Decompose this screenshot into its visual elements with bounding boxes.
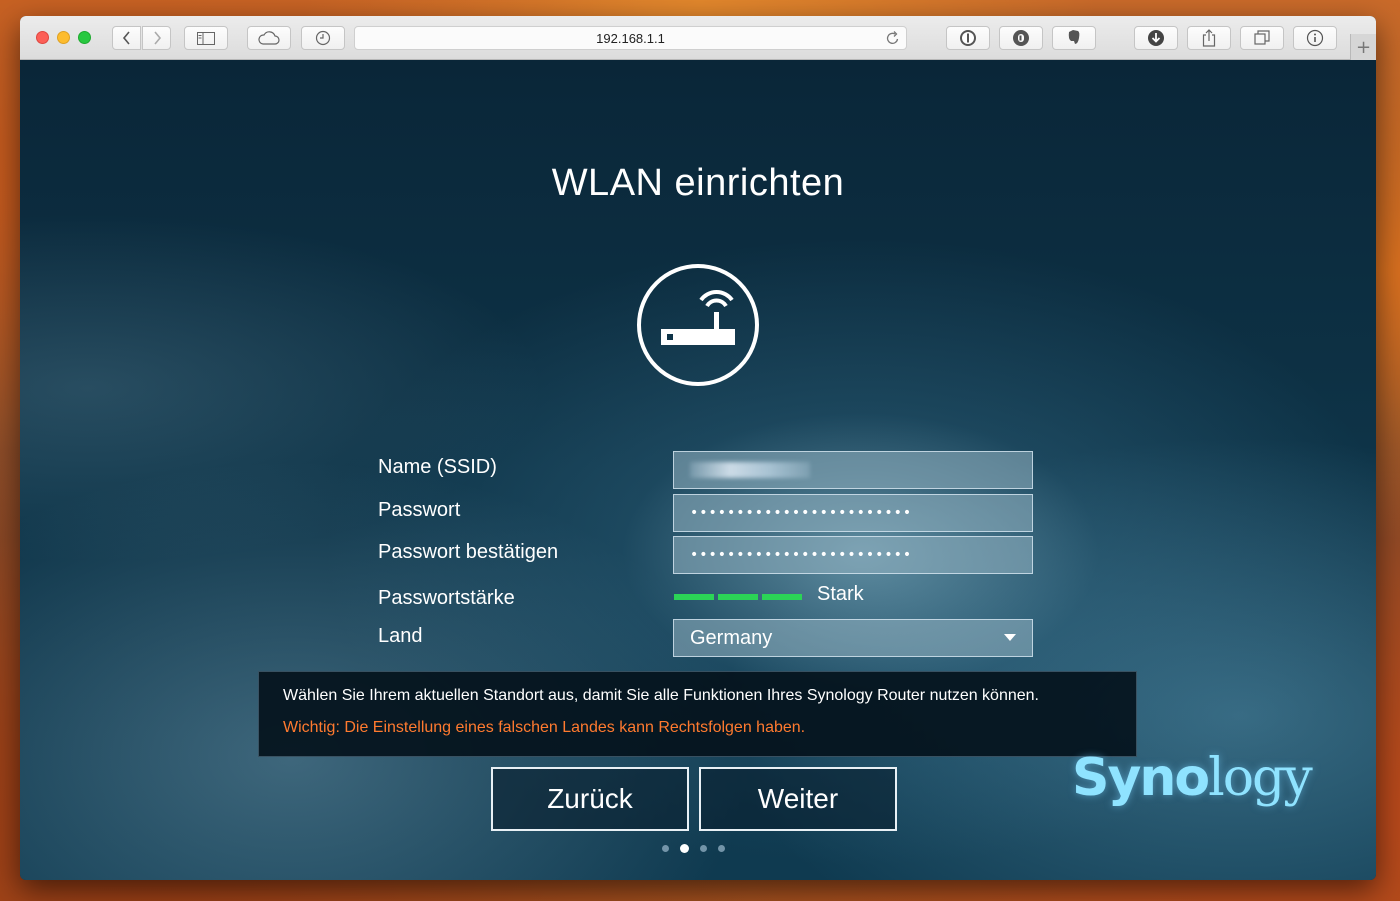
password-input[interactable]: •••••••••••••••••••••••• (673, 494, 1033, 532)
chevron-right-icon (153, 31, 161, 45)
password-strength-meter (674, 594, 802, 600)
tab-overview-button[interactable] (1240, 26, 1284, 50)
back-button[interactable]: Zurück (491, 767, 689, 831)
strength-segment (762, 594, 802, 600)
back-nav-button[interactable] (112, 26, 141, 50)
forward-nav-button[interactable] (142, 26, 171, 50)
tabs-icon (1254, 30, 1270, 45)
dropdown-arrow-icon (1004, 634, 1016, 641)
browser-toolbar: 192.168.1.1 + (20, 16, 1376, 60)
plus-icon: + (1355, 36, 1372, 58)
confirm-password-input[interactable]: •••••••••••••••••••••••• (673, 536, 1033, 574)
country-select[interactable]: Germany (673, 619, 1033, 657)
downloads-button[interactable] (1134, 26, 1178, 50)
step-dot (718, 845, 725, 852)
address-bar[interactable]: 192.168.1.1 (354, 26, 907, 50)
redacted-ssid (690, 462, 810, 478)
reload-icon[interactable] (886, 30, 900, 49)
confirm-password-label: Passwort bestätigen (378, 541, 559, 563)
page-info-button[interactable] (1293, 26, 1337, 50)
history-button[interactable] (301, 26, 345, 50)
1password-extension-button[interactable] (946, 26, 990, 50)
clock-icon (315, 30, 331, 46)
sidebar-icon (197, 31, 215, 45)
info-icon (1306, 29, 1324, 47)
notice-warning-text: Wichtig: Die Einstellung eines falschen … (283, 719, 806, 736)
synology-logo: Synology (1072, 748, 1313, 808)
confirm-password-value: •••••••••••••••••••••••• (690, 547, 913, 563)
address-text: 192.168.1.1 (596, 30, 665, 46)
password-value: •••••••••••••••••••••••• (690, 505, 913, 521)
wifi-router-icon (637, 264, 759, 386)
page-title: WLAN einrichten (551, 162, 845, 204)
password-strength-value: Stark (817, 583, 864, 605)
browser-window: 192.168.1.1 + WLAN einrichten Name (SSID… (20, 16, 1376, 880)
country-select-value: Germany (690, 626, 773, 649)
download-icon (1148, 30, 1164, 46)
page-content: WLAN einrichten Name (SSID) Passwort •••… (20, 60, 1376, 880)
ssid-label: Name (SSID) (378, 456, 497, 478)
share-icon (1202, 29, 1216, 47)
step-dot (662, 845, 669, 852)
1password-icon (960, 30, 976, 46)
cloud-icon (258, 31, 280, 45)
new-tab-button[interactable]: + (1350, 34, 1376, 60)
step-dot (680, 844, 689, 853)
identity-extension-button[interactable] (999, 26, 1043, 50)
id-icon (1013, 30, 1029, 46)
share-button[interactable] (1187, 26, 1231, 50)
minimize-window-button[interactable] (57, 31, 70, 44)
strength-segment (674, 594, 714, 600)
password-label: Passwort (378, 499, 461, 521)
country-label: Land (378, 625, 423, 647)
next-button[interactable]: Weiter (699, 767, 897, 831)
zoom-window-button[interactable] (78, 31, 91, 44)
step-dot (700, 845, 707, 852)
sidebar-toggle-button[interactable] (184, 26, 228, 50)
password-strength-label: Passwortstärke (378, 587, 515, 609)
close-window-button[interactable] (36, 31, 49, 44)
strength-segment (718, 594, 758, 600)
ssid-input[interactable] (673, 451, 1033, 489)
chevron-left-icon (122, 31, 130, 45)
step-indicator (662, 844, 725, 853)
evernote-icon (1068, 30, 1080, 44)
icloud-tabs-button[interactable] (247, 26, 291, 50)
notice-info-text: Wählen Sie Ihrem aktuellen Standort aus,… (283, 687, 1039, 704)
evernote-extension-button[interactable] (1052, 26, 1096, 50)
country-notice: Wählen Sie Ihrem aktuellen Standort aus,… (258, 671, 1137, 757)
